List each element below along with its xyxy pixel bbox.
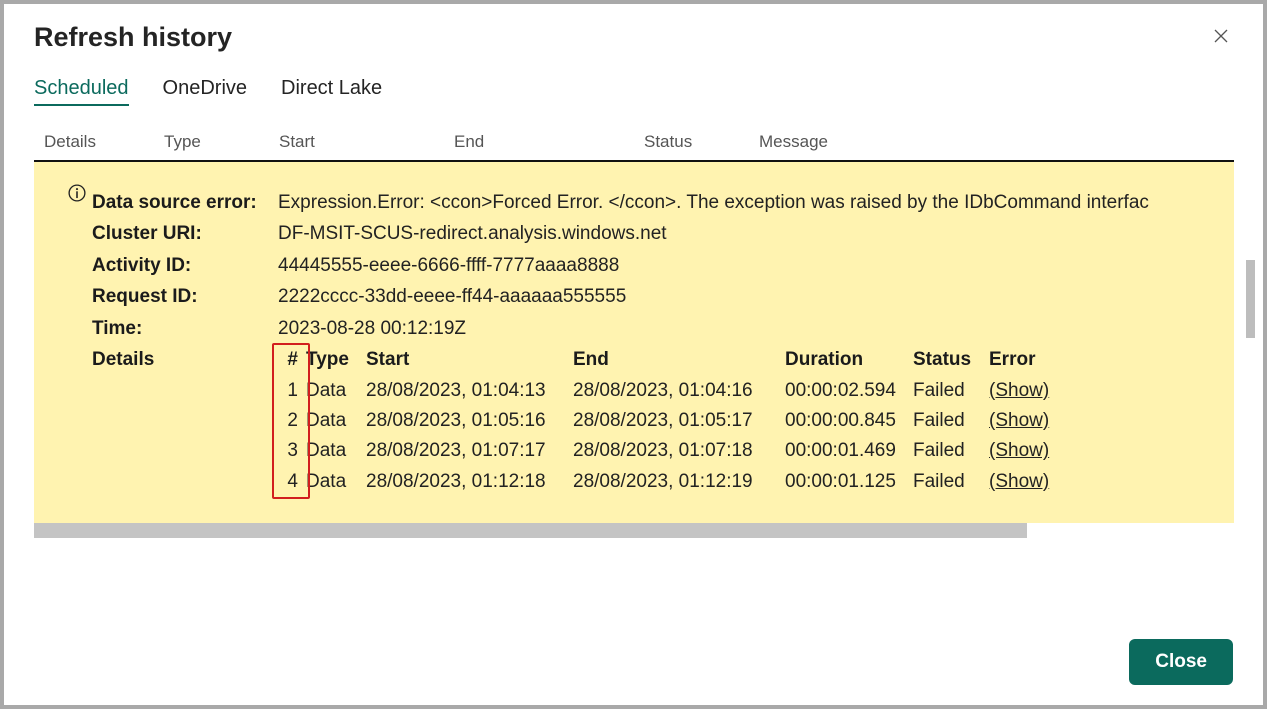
history-table: Details Type Start End Status Message (34, 124, 1234, 162)
value-request-id: 2222cccc-33dd-eeee-ff44-aaaaaa555555 (278, 282, 626, 311)
tabs: Scheduled OneDrive Direct Lake (4, 63, 1263, 114)
cell-start: 28/08/2023, 01:05:16 (366, 406, 573, 436)
cell-end: 28/08/2023, 01:07:18 (573, 436, 785, 466)
col-start: Start (279, 132, 454, 152)
table-row: 3Data28/08/2023, 01:07:1728/08/2023, 01:… (278, 436, 1069, 466)
error-detail-panel: Data source error: Expression.Error: <cc… (34, 162, 1234, 523)
cell-end: 28/08/2023, 01:04:16 (573, 376, 785, 406)
cell-num: 1 (278, 376, 306, 406)
show-link[interactable]: (Show) (989, 380, 1049, 401)
label-time: Time: (92, 314, 278, 343)
col-error: Error (989, 345, 1069, 375)
dialog-title: Refresh history (34, 22, 232, 53)
show-link[interactable]: (Show) (989, 440, 1049, 461)
value-cluster-uri: DF-MSIT-SCUS-redirect.analysis.windows.n… (278, 219, 667, 248)
tab-onedrive[interactable]: OneDrive (163, 77, 247, 106)
col-details: Details (44, 132, 164, 152)
cell-status: Failed (913, 436, 989, 466)
tab-directlake[interactable]: Direct Lake (281, 77, 382, 106)
table-row: 4Data28/08/2023, 01:12:1828/08/2023, 01:… (278, 467, 1069, 497)
cell-error: (Show) (989, 376, 1069, 406)
col-start: Start (366, 345, 573, 375)
history-table-headers: Details Type Start End Status Message (34, 124, 1234, 162)
dialog-header: Refresh history (4, 4, 1263, 63)
dialog-footer: Close (1129, 639, 1233, 685)
label-activity-id: Activity ID: (92, 251, 278, 280)
cell-type: Data (306, 406, 366, 436)
col-status: Status (913, 345, 989, 375)
cell-duration: 00:00:01.125 (785, 467, 913, 497)
col-end: End (573, 345, 785, 375)
col-end: End (454, 132, 644, 152)
value-time: 2023-08-28 00:12:19Z (278, 314, 466, 343)
cell-duration: 00:00:00.845 (785, 406, 913, 436)
show-link[interactable]: (Show) (989, 410, 1049, 431)
cell-num: 4 (278, 467, 306, 497)
col-type: Type (306, 345, 366, 375)
cell-type: Data (306, 376, 366, 406)
col-duration: Duration (785, 345, 913, 375)
cell-start: 28/08/2023, 01:12:18 (366, 467, 573, 497)
cell-type: Data (306, 436, 366, 466)
table-row: 2Data28/08/2023, 01:05:1628/08/2023, 01:… (278, 406, 1069, 436)
details-table: # Type Start End Duration Status Error 1… (278, 345, 1069, 497)
table-row: 1Data28/08/2023, 01:04:1328/08/2023, 01:… (278, 376, 1069, 406)
label-request-id: Request ID: (92, 282, 278, 311)
col-message: Message (759, 132, 1224, 152)
details-table-container: # Type Start End Duration Status Error 1… (278, 345, 1069, 497)
cell-status: Failed (913, 467, 989, 497)
cell-type: Data (306, 467, 366, 497)
cell-error: (Show) (989, 436, 1069, 466)
value-data-source-error: Expression.Error: <ccon>Forced Error. </… (278, 188, 1149, 217)
cell-end: 28/08/2023, 01:12:19 (573, 467, 785, 497)
col-status: Status (644, 132, 759, 152)
dialog-frame: Refresh history Scheduled OneDrive Direc… (4, 4, 1263, 705)
details-table-header: # Type Start End Duration Status Error (278, 345, 1069, 375)
close-icon[interactable] (1209, 24, 1233, 51)
cell-duration: 00:00:01.469 (785, 436, 913, 466)
cell-error: (Show) (989, 406, 1069, 436)
col-type: Type (164, 132, 279, 152)
tab-scheduled[interactable]: Scheduled (34, 77, 129, 106)
cell-status: Failed (913, 406, 989, 436)
vertical-scrollbar-thumb[interactable] (1246, 260, 1255, 338)
close-button[interactable]: Close (1129, 639, 1233, 685)
cell-duration: 00:00:02.594 (785, 376, 913, 406)
label-details: Details (92, 345, 278, 497)
value-activity-id: 44445555-eeee-6666-ffff-7777aaaa8888 (278, 251, 619, 280)
cell-start: 28/08/2023, 01:04:13 (366, 376, 573, 406)
horizontal-scrollbar[interactable] (34, 523, 1027, 538)
cell-error: (Show) (989, 467, 1069, 497)
cell-status: Failed (913, 376, 989, 406)
label-data-source-error: Data source error: (92, 188, 278, 217)
cell-num: 3 (278, 436, 306, 466)
cell-start: 28/08/2023, 01:07:17 (366, 436, 573, 466)
cell-num: 2 (278, 406, 306, 436)
label-cluster-uri: Cluster URI: (92, 219, 278, 248)
col-num: # (278, 345, 306, 375)
show-link[interactable]: (Show) (989, 471, 1049, 492)
cell-end: 28/08/2023, 01:05:17 (573, 406, 785, 436)
info-icon (68, 184, 86, 202)
